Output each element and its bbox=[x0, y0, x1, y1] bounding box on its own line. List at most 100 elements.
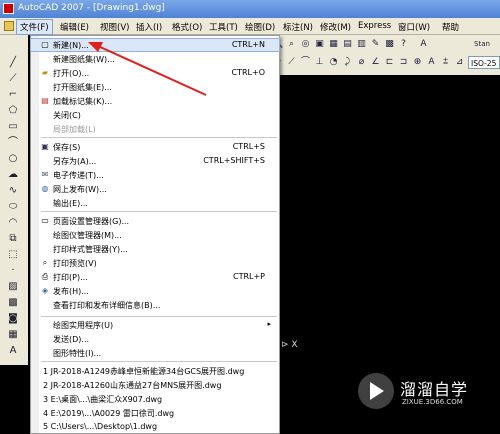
menu-item-recent-4[interactable]: 4 E:\2019\...\A0029 雷口徐司.dwg bbox=[31, 407, 279, 419]
menu-item-shortcut: CTRL+P bbox=[232, 272, 265, 281]
mtext-icon[interactable]: A bbox=[7, 345, 19, 357]
menu-item-plot-style-manager[interactable]: 打印样式管理器(Y)... bbox=[31, 243, 279, 255]
menu-item-plot-preview[interactable]: ⌕ 打印预览(V) bbox=[31, 257, 279, 269]
dim-angular-icon[interactable]: ∠ bbox=[370, 57, 381, 68]
watermark: 溜溜自学 ZIXUE.3D66.COM bbox=[352, 369, 500, 415]
gradient-icon[interactable]: ▩ bbox=[7, 297, 19, 309]
dim-aligned-icon[interactable]: ⟋ bbox=[286, 57, 297, 68]
insert-block-icon[interactable]: ⧉ bbox=[7, 233, 19, 245]
revcloud-icon[interactable]: ☁ bbox=[7, 169, 19, 181]
ellipse-arc-icon[interactable]: ◠ bbox=[7, 217, 19, 229]
spline-icon[interactable]: ∿ bbox=[7, 185, 19, 197]
ellipse-icon[interactable]: ⬭ bbox=[7, 201, 19, 213]
markup-icon[interactable]: ✎ bbox=[370, 39, 381, 50]
tool-palettes-icon[interactable]: ▤ bbox=[342, 39, 353, 50]
menu-item-recent-3[interactable]: 3 E:\桌面\...\曲梁汇众X907.dwg bbox=[31, 393, 279, 405]
dim-edit-icon[interactable]: A bbox=[426, 57, 437, 68]
menu-item-view-plot-details[interactable]: 查看打印和发布详细信息(B)... bbox=[31, 299, 279, 311]
play-icon bbox=[370, 382, 384, 400]
construction-line-icon[interactable]: ⟋ bbox=[7, 73, 19, 85]
markup-set-icon: ▤ bbox=[41, 96, 49, 105]
help-icon[interactable]: ? bbox=[398, 39, 409, 50]
menu-item-open-sheet-set[interactable]: 打开图纸集(E)... bbox=[31, 81, 279, 93]
menu-item-label: 打印样式管理器(Y)... bbox=[53, 245, 128, 254]
menu-item-save[interactable]: ▣ 保存(S) CTRL+S bbox=[31, 141, 279, 153]
arc-icon[interactable]: ⌒ bbox=[7, 137, 19, 149]
region-icon[interactable]: ◙ bbox=[7, 313, 19, 325]
menu-item-label: 发布(H)... bbox=[53, 287, 89, 296]
dim-radius-icon[interactable]: ◔ bbox=[328, 57, 339, 68]
menu-format[interactable]: 格式(O) bbox=[172, 21, 202, 33]
menu-item-recent-2[interactable]: 2 JR-2018-A1260山东通益27台MNS展开图.dwg bbox=[31, 379, 279, 391]
ucs-x-label: X bbox=[291, 340, 298, 350]
dim-continue-icon[interactable]: ⊐ bbox=[398, 57, 409, 68]
polyline-icon[interactable]: ⌐ bbox=[7, 89, 19, 101]
open-folder-icon: ▰ bbox=[41, 68, 49, 77]
hatch-icon[interactable]: ▨ bbox=[7, 281, 19, 293]
make-block-icon[interactable]: ⬚ bbox=[7, 249, 19, 261]
menu-item-label: 输出(E)... bbox=[53, 199, 88, 208]
dim-jogged-icon[interactable]: ⤸ bbox=[342, 57, 353, 68]
properties-icon[interactable]: ▣ bbox=[314, 39, 325, 50]
line-icon[interactable]: ╱ bbox=[7, 57, 19, 69]
menu-edit[interactable]: 编辑(E) bbox=[60, 21, 89, 33]
menu-item-publish[interactable]: ◈ 发布(H)... bbox=[31, 285, 279, 297]
table-icon[interactable]: ▦ bbox=[7, 329, 19, 341]
zoom-previous-icon[interactable]: ◎ bbox=[300, 39, 311, 50]
menu-item-label: 打开(O)... bbox=[53, 69, 90, 78]
ucs-icon: ⊳ X bbox=[281, 340, 298, 350]
menu-item-partial-load: 局部加载(L) bbox=[31, 123, 279, 135]
menu-item-etransmit[interactable]: ✉ 电子传递(T)... bbox=[31, 169, 279, 181]
dim-text-edit-icon[interactable]: ⩲ bbox=[440, 57, 451, 68]
menu-insert[interactable]: 插入(I) bbox=[136, 21, 162, 33]
menu-item-label: 新建(N)... bbox=[53, 41, 89, 50]
menu-item-export[interactable]: 输出(E)... bbox=[31, 197, 279, 209]
menu-item-drawing-utilities[interactable]: 绘图实用程序(U) ▸ bbox=[31, 319, 279, 331]
zoom-window-icon[interactable]: ⌕ bbox=[286, 39, 297, 50]
menu-item-open[interactable]: ▰ 打开(O)... CTRL+O bbox=[31, 67, 279, 79]
text-style-icon[interactable]: A bbox=[418, 39, 429, 50]
menu-item-page-setup-manager[interactable]: ▭ 页面设置管理器(G)... bbox=[31, 215, 279, 227]
menu-item-plot[interactable]: ⎙ 打印(P)... CTRL+P bbox=[31, 271, 279, 283]
menu-express[interactable]: Express bbox=[358, 21, 391, 31]
menu-item-label: 图形特性(I)... bbox=[53, 349, 102, 358]
menu-item-drawing-properties[interactable]: 图形特性(I)... bbox=[31, 347, 279, 359]
dim-center-icon[interactable]: ⊕ bbox=[412, 57, 423, 68]
menu-item-new[interactable]: ▢ 新建(N)... CTRL+N bbox=[30, 38, 280, 52]
menu-modify[interactable]: 修改(M) bbox=[320, 21, 351, 33]
menu-tools[interactable]: 工具(T) bbox=[209, 21, 238, 33]
menu-help[interactable]: 帮助 bbox=[442, 21, 459, 33]
polygon-icon[interactable]: ⬠ bbox=[7, 105, 19, 117]
menu-item-send[interactable]: 发送(D)... bbox=[31, 333, 279, 345]
page-setup-icon: ▭ bbox=[41, 216, 49, 225]
point-icon[interactable]: · bbox=[7, 265, 19, 277]
document-icon[interactable] bbox=[4, 21, 14, 31]
dim-arc-icon[interactable]: ⌒ bbox=[300, 57, 311, 68]
dim-style-icon[interactable]: ⊿ bbox=[454, 57, 465, 68]
dim-style-select[interactable]: ISO-25 bbox=[468, 56, 500, 69]
menu-item-new-sheet-set[interactable]: 新建图纸集(W)... bbox=[31, 53, 279, 65]
menu-item-plotter-manager[interactable]: 绘图仪管理器(M)... bbox=[31, 229, 279, 241]
dim-diameter-icon[interactable]: ⌀ bbox=[356, 57, 367, 68]
dim-baseline-icon[interactable]: ⊏ bbox=[384, 57, 395, 68]
menu-draw[interactable]: 绘图(D) bbox=[245, 21, 275, 33]
menu-dimension[interactable]: 标注(N) bbox=[283, 21, 313, 33]
calculator-icon[interactable]: ▩ bbox=[384, 39, 395, 50]
circle-icon[interactable]: ○ bbox=[7, 153, 19, 165]
menu-bar: 文件(F) 编辑(E) 视图(V) 插入(I) 格式(O) 工具(T) 绘图(D… bbox=[0, 18, 500, 35]
rectangle-icon[interactable]: ▭ bbox=[7, 121, 19, 133]
menu-view[interactable]: 视图(V) bbox=[100, 21, 129, 33]
dim-ordinate-icon[interactable]: ⊥ bbox=[314, 57, 325, 68]
menu-item-load-markup-set[interactable]: ▤ 加载标记集(K)... bbox=[31, 95, 279, 107]
menu-item-close[interactable]: 关闭(C) bbox=[31, 109, 279, 121]
menu-item-recent-1[interactable]: 1 JR-2018-A1249赤峰卓恒新能源34台GCS展开图.dwg bbox=[31, 365, 279, 377]
menu-window[interactable]: 窗口(W) bbox=[398, 21, 430, 33]
menu-item-label: 打印(P)... bbox=[53, 273, 88, 282]
menu-item-publish-web[interactable]: ◍ 网上发布(W)... bbox=[31, 183, 279, 195]
menu-file[interactable]: 文件(F) bbox=[16, 19, 53, 35]
menu-item-save-as[interactable]: 另存为(A)... CTRL+SHIFT+S bbox=[31, 155, 279, 167]
sheet-set-icon[interactable]: ▥ bbox=[356, 39, 367, 50]
menu-item-recent-5[interactable]: 5 C:\Users\...\Desktop\1.dwg bbox=[31, 421, 279, 433]
design-center-icon[interactable]: ▦ bbox=[328, 39, 339, 50]
autocad-app-icon[interactable] bbox=[3, 3, 14, 14]
